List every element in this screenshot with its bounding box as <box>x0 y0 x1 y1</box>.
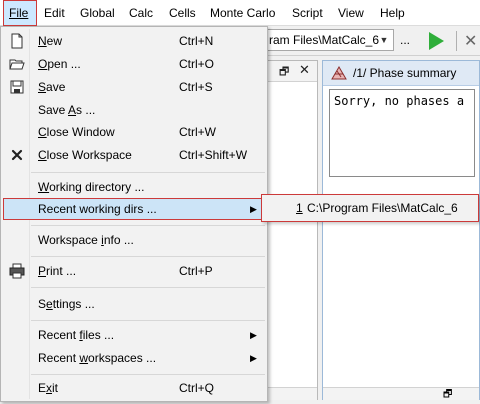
menu-item-shortcut: Ctrl+P <box>179 264 213 278</box>
menu-item-shortcut: Ctrl+W <box>179 125 216 139</box>
menu-file[interactable]: File <box>3 0 37 26</box>
menu-item-label: Workspace info ... <box>38 233 134 247</box>
menu-edit[interactable]: Edit <box>39 0 70 26</box>
menu-separator <box>31 256 265 257</box>
open-folder-icon <box>9 59 25 70</box>
run-icon[interactable] <box>426 30 446 52</box>
toolbar: ram Files\MatCalc_6 ▼ ... ✕ <box>266 26 480 56</box>
phase-window-footer: 🗗 <box>323 387 479 400</box>
menu-item-close-window[interactable]: Close Window Ctrl+W <box>3 121 265 143</box>
menu-global-label: Global <box>80 6 115 20</box>
menu-item-working-directory[interactable]: Working directory ... <box>3 176 265 198</box>
new-document-icon <box>11 33 23 49</box>
menu-help-label: Help <box>380 6 405 20</box>
menu-item-recent-workspaces[interactable]: Recent workspaces ... ▶ <box>3 347 265 369</box>
left-panel: 🗗 ✕ <box>266 60 318 400</box>
menu-script[interactable]: Script <box>287 0 328 26</box>
phase-summary-message: Sorry, no phases a <box>334 94 465 108</box>
printer-icon <box>9 263 25 279</box>
menu-item-label: Save As ... <box>38 103 96 117</box>
restore-icon[interactable]: 🗗 <box>443 387 452 404</box>
menu-item-label: Exit <box>38 381 59 395</box>
menu-cells-label: Cells <box>169 6 196 20</box>
menu-item-label: Open ... <box>38 57 81 71</box>
phase-summary-title: /1/ Phase summary <box>353 66 457 80</box>
toolbar-separator <box>456 31 457 51</box>
menu-item-shortcut: Ctrl+O <box>179 57 215 71</box>
menu-item-label: Recent files ... <box>38 328 115 342</box>
recent-dir-number: 1 <box>296 201 303 215</box>
chevron-right-icon: ▶ <box>250 330 257 340</box>
file-menu-dropdown: New Ctrl+N Open ... Ctrl+O Save Ctrl+S S… <box>0 26 268 402</box>
menu-separator <box>31 374 265 375</box>
close-icon[interactable]: ✕ <box>299 62 310 78</box>
menu-item-shortcut: Ctrl+Q <box>179 381 215 395</box>
menu-item-close-workspace[interactable]: Close Workspace Ctrl+Shift+W <box>3 144 265 166</box>
menu-separator <box>31 225 265 226</box>
menu-item-label: Working directory ... <box>38 180 145 194</box>
menu-separator <box>31 287 265 288</box>
menu-item-new[interactable]: New Ctrl+N <box>3 30 265 52</box>
phase-summary-window: /1/ Phase summary Sorry, no phases a 🗗 <box>322 60 480 400</box>
menu-item-label: Close Window <box>38 125 115 139</box>
menu-item-shortcut: Ctrl+Shift+W <box>179 148 248 162</box>
phase-summary-titlebar[interactable]: /1/ Phase summary <box>323 61 479 86</box>
menu-file-label: File <box>9 6 29 20</box>
working-dir-value: ram Files\MatCalc_6 <box>269 33 380 47</box>
menu-item-shortcut: Ctrl+N <box>179 34 214 48</box>
menu-item-shortcut: Ctrl+S <box>179 80 213 94</box>
menu-calc[interactable]: Calc <box>124 0 158 26</box>
menu-separator <box>31 320 265 321</box>
menu-cells[interactable]: Cells <box>164 0 201 26</box>
menu-view-label: View <box>338 6 364 20</box>
recent-dir-path: C:\Program Files\MatCalc_6 <box>307 201 458 215</box>
menu-view[interactable]: View <box>333 0 369 26</box>
phase-summary-text: Sorry, no phases a <box>329 89 475 177</box>
menu-edit-label: Edit <box>44 6 65 20</box>
menu-item-label: Settings ... <box>38 297 95 311</box>
left-panel-footer <box>267 387 317 400</box>
menu-item-label: Recent working dirs ... <box>38 202 157 216</box>
menu-item-label: Save <box>38 80 66 94</box>
stop-icon[interactable]: ✕ <box>464 31 477 51</box>
menu-item-print[interactable]: Print ... Ctrl+P <box>3 260 265 282</box>
menu-monte-carlo[interactable]: Monte Carlo <box>205 0 280 26</box>
chevron-down-icon[interactable]: ▼ <box>377 30 391 50</box>
menu-item-label: New <box>38 34 63 48</box>
menu-item-label: Print ... <box>38 264 77 278</box>
menu-item-workspace-info[interactable]: Workspace info ... <box>3 229 265 251</box>
browse-dir-button[interactable]: ... <box>400 29 414 51</box>
menu-item-save[interactable]: Save Ctrl+S <box>3 76 265 98</box>
menu-item-save-as[interactable]: Save As ... <box>3 99 265 121</box>
menu-monte-carlo-label: Monte Carlo <box>210 6 276 20</box>
save-disk-icon <box>10 80 24 94</box>
phase-diagram-icon <box>331 66 347 80</box>
working-dir-combo[interactable]: ram Files\MatCalc_6 ▼ <box>266 29 394 51</box>
menu-script-label: Script <box>292 6 323 20</box>
chevron-right-icon: ▶ <box>250 204 257 214</box>
recent-working-dirs-submenu: 1 C:\Program Files\MatCalc_6 <box>261 194 479 222</box>
left-panel-header: 🗗 ✕ <box>267 61 317 82</box>
restore-icon[interactable]: 🗗 <box>279 63 289 82</box>
menu-calc-label: Calc <box>129 6 154 20</box>
menu-bar: File Edit Global Calc Cells Monte Carlo … <box>0 0 480 26</box>
menu-item-label: Close Workspace <box>38 148 132 162</box>
menu-separator <box>31 172 265 173</box>
menu-item-label: Recent workspaces ... <box>38 351 157 365</box>
menu-item-recent-working-dirs[interactable]: Recent working dirs ... ▶ <box>3 198 265 220</box>
close-x-icon <box>11 149 23 161</box>
chevron-right-icon: ▶ <box>250 353 257 363</box>
menu-item-exit[interactable]: Exit Ctrl+Q <box>3 377 265 399</box>
menu-item-recent-files[interactable]: Recent files ... ▶ <box>3 324 265 346</box>
menu-global[interactable]: Global <box>75 0 120 26</box>
menu-item-open[interactable]: Open ... Ctrl+O <box>3 53 265 75</box>
recent-dir-item[interactable]: 1 C:\Program Files\MatCalc_6 <box>264 198 476 218</box>
menu-help[interactable]: Help <box>375 0 410 26</box>
menu-item-settings[interactable]: Settings ... <box>3 293 265 315</box>
